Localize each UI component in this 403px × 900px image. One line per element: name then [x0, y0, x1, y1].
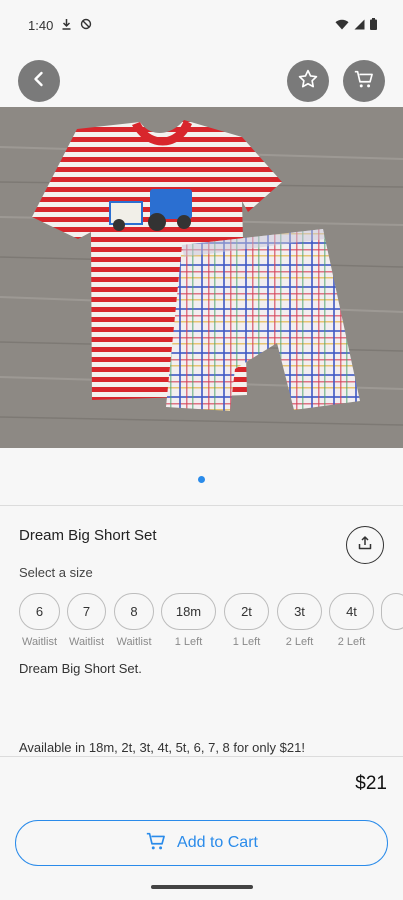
size-chip[interactable]: 4t [329, 593, 374, 630]
size-chip[interactable]: 2t [224, 593, 269, 630]
share-button[interactable] [346, 526, 384, 564]
size-option-18m[interactable]: 18m 1 Left [161, 593, 216, 648]
product-price: $21 [355, 773, 387, 794]
select-size-label: Select a size [19, 565, 93, 580]
size-selector: 6 Waitlist 7 Waitlist 8 Waitlist 18m 1 L… [19, 593, 403, 653]
back-button[interactable] [18, 60, 60, 102]
size-availability: 2 Left [337, 636, 366, 648]
add-to-cart-button[interactable]: Add to Cart [15, 820, 388, 866]
size-option-3t[interactable]: 3t 2 Left [277, 593, 322, 648]
size-availability: 2 Left [285, 636, 314, 648]
cart-button[interactable] [343, 60, 385, 102]
size-option-6[interactable]: 6 Waitlist [19, 593, 60, 648]
add-to-cart-label: Add to Cart [177, 834, 258, 851]
cart-icon [353, 68, 375, 95]
size-chip[interactable]: 3t [277, 593, 322, 630]
product-image[interactable] [0, 107, 403, 448]
product-title: Dream Big Short Set [19, 527, 157, 544]
star-icon [297, 68, 319, 95]
size-availability: 1 Left [174, 636, 203, 648]
no-disturb-icon [80, 18, 92, 33]
signal-icon [354, 18, 365, 33]
product-availability-text: Available in 18m, 2t, 3t, 4t, 5t, 6, 7, … [19, 740, 305, 755]
cart-icon [145, 830, 167, 857]
size-option-4t[interactable]: 4t 2 Left [329, 593, 374, 648]
download-icon [61, 18, 72, 33]
size-option-partial[interactable] [381, 593, 403, 630]
size-availability: Waitlist [21, 636, 58, 648]
size-availability: Waitlist [68, 636, 105, 648]
wifi-icon [335, 18, 349, 33]
size-chip[interactable]: 18m [161, 593, 216, 630]
size-chip[interactable]: 6 [19, 593, 60, 630]
size-option-7[interactable]: 7 Waitlist [67, 593, 106, 648]
back-arrow-icon [30, 70, 48, 93]
status-time: 1:40 [28, 17, 54, 33]
divider [0, 505, 403, 506]
size-option-8[interactable]: 8 Waitlist [114, 593, 154, 648]
status-bar: 1:40 [0, 0, 403, 50]
page-indicator-dot [198, 476, 205, 483]
size-chip[interactable] [381, 593, 403, 630]
product-photo [0, 107, 403, 448]
size-option-2t[interactable]: 2t 1 Left [224, 593, 269, 648]
size-chip[interactable]: 8 [114, 593, 154, 630]
battery-icon [370, 17, 377, 33]
size-availability: Waitlist [116, 636, 152, 648]
product-description: Dream Big Short Set. [19, 661, 142, 676]
size-chip[interactable]: 7 [67, 593, 106, 630]
divider [0, 756, 403, 757]
share-icon [357, 535, 373, 556]
home-indicator[interactable] [151, 885, 253, 889]
favorite-button[interactable] [287, 60, 329, 102]
size-availability: 1 Left [232, 636, 261, 648]
